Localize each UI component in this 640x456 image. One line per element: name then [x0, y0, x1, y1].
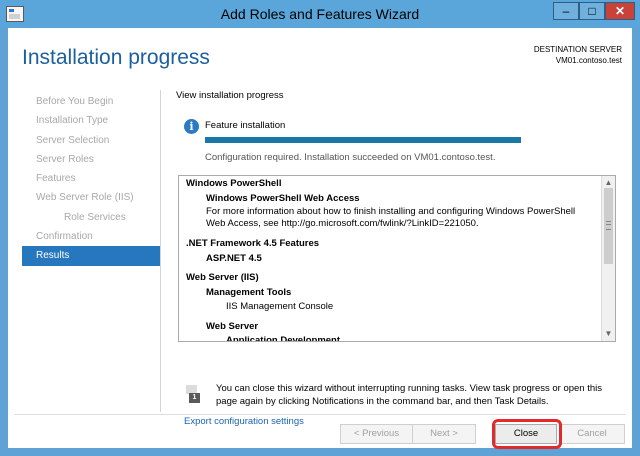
- nav-item-features[interactable]: Features: [22, 169, 160, 188]
- installation-details-box[interactable]: Windows PowerShell Windows PowerShell We…: [178, 175, 616, 342]
- destination-server-name: VM01.contoso.test: [555, 56, 622, 65]
- nav-item-server-roles[interactable]: Server Roles: [22, 150, 160, 169]
- nav-divider: [160, 90, 161, 412]
- next-button[interactable]: Next >: [412, 424, 476, 444]
- destination-server: DESTINATION SERVER VM01.contoso.test: [534, 44, 622, 66]
- content-heading: View installation progress: [176, 90, 284, 101]
- wizard-nav: Before You Begin Installation Type Serve…: [22, 92, 160, 266]
- maximize-button[interactable]: □: [579, 2, 605, 20]
- details-list: Windows PowerShell Windows PowerShell We…: [186, 177, 594, 342]
- installation-result-text: Configuration required. Installation suc…: [205, 152, 496, 163]
- detail-aspnet: ASP.NET 4.5: [206, 252, 262, 264]
- detail-net-framework: .NET Framework 4.5 Features: [186, 238, 320, 249]
- nav-item-confirmation[interactable]: Confirmation: [22, 227, 160, 246]
- wizard-window: Add Roles and Features Wizard – □ ✕ Inst…: [0, 0, 640, 456]
- detail-windows-powershell: Windows PowerShell: [186, 178, 282, 189]
- title-bar[interactable]: Add Roles and Features Wizard – □ ✕: [0, 0, 640, 28]
- scroll-down-icon[interactable]: ▼: [602, 328, 615, 340]
- detail-pswa-desc: For more information about how to finish…: [206, 206, 576, 229]
- close-window-button[interactable]: ✕: [605, 2, 635, 20]
- cancel-button[interactable]: Cancel: [559, 424, 625, 444]
- nav-item-web-server-role[interactable]: Web Server Role (IIS): [22, 188, 160, 207]
- nav-item-server-selection[interactable]: Server Selection: [22, 131, 160, 150]
- notification-flag-icon: 1: [186, 385, 200, 403]
- minimize-button[interactable]: –: [553, 2, 579, 20]
- detail-app-dev: Application Development: [226, 335, 341, 342]
- detail-web-server: Web Server (IIS): [186, 272, 259, 283]
- close-button-highlight: [492, 419, 562, 449]
- window-title: Add Roles and Features Wizard: [220, 6, 420, 22]
- scroll-thumb[interactable]: [604, 188, 613, 264]
- footer-divider: [14, 414, 626, 415]
- notification-count-badge: 1: [189, 393, 200, 403]
- nav-item-before-you-begin[interactable]: Before You Begin: [22, 92, 160, 111]
- progress-fill: [205, 137, 521, 143]
- info-icon: i: [184, 119, 199, 134]
- grip-icon: [606, 221, 611, 230]
- previous-button[interactable]: < Previous: [340, 424, 413, 444]
- detail-iis-console: IIS Management Console: [226, 301, 334, 312]
- destination-label: DESTINATION SERVER: [533, 45, 622, 54]
- feature-installation-label: Feature installation: [205, 120, 286, 131]
- installation-progress-bar: [205, 137, 521, 143]
- close-wizard-note: You can close this wizard without interr…: [216, 383, 603, 407]
- nav-item-results[interactable]: Results: [22, 246, 160, 266]
- nav-item-installation-type[interactable]: Installation Type: [22, 111, 160, 130]
- page-title: Installation progress: [22, 46, 210, 69]
- detail-pswa: Windows PowerShell Web Access: [206, 192, 360, 204]
- details-scrollbar[interactable]: ▲ ▼: [601, 176, 615, 341]
- detail-management-tools: Management Tools: [206, 286, 292, 298]
- detail-web-server-sub: Web Server: [206, 320, 259, 332]
- export-configuration-link[interactable]: Export configuration settings: [184, 416, 304, 427]
- wizard-body: Installation progress DESTINATION SERVER…: [8, 28, 632, 449]
- nav-item-role-services[interactable]: Role Services: [22, 208, 160, 227]
